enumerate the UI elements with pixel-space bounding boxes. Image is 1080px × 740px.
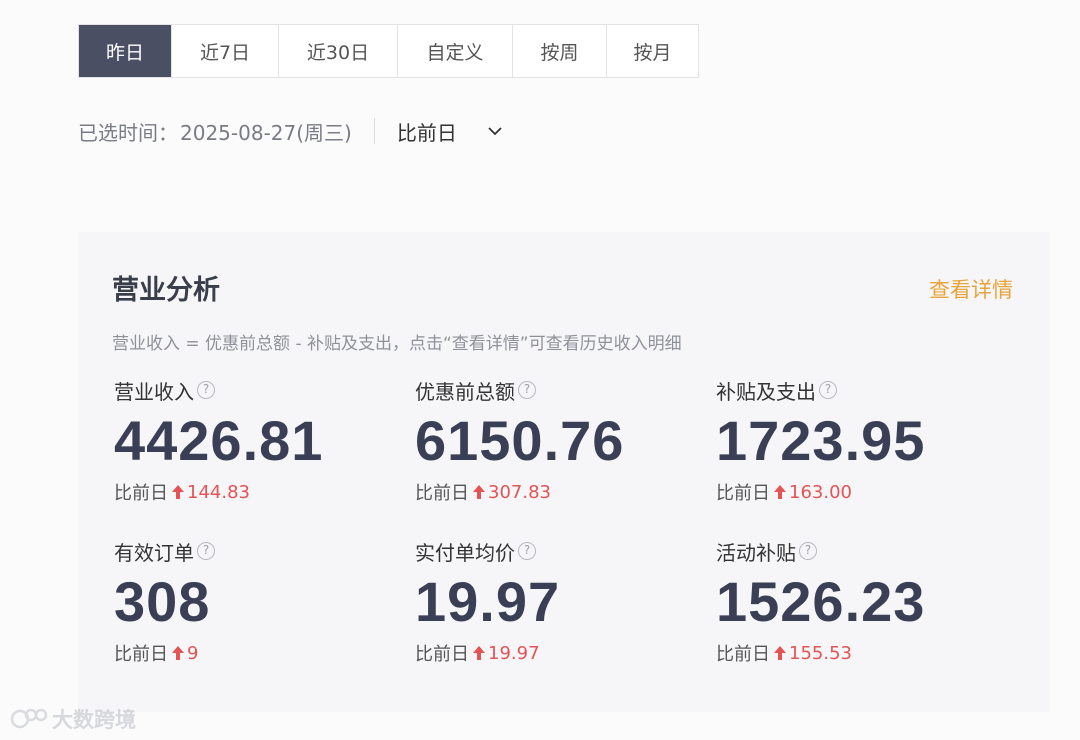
date-range-tabs: 昨日 近7日 近30日 自定义 按周 按月 [78, 24, 699, 78]
metric-avg-order-price: 实付单均价 ? 19.97 比前日 19.97 [415, 537, 705, 666]
tab-yesterday[interactable]: 昨日 [79, 25, 171, 77]
change-value: 155.53 [789, 642, 852, 664]
arrow-up-icon [774, 485, 786, 499]
change-value: 9 [187, 642, 199, 664]
page: 昨日 近7日 近30日 自定义 按周 按月 已选时间： 2025-08-27(周… [0, 0, 1080, 740]
compare-label: 比前日 [716, 483, 770, 504]
compare-label: 比前日 [415, 644, 469, 665]
metric-value: 308 [114, 570, 211, 633]
tab-custom[interactable]: 自定义 [397, 25, 512, 77]
help-icon[interactable]: ? [799, 542, 817, 560]
change-value: 307.83 [488, 481, 551, 503]
metric-label: 营业收入 [114, 379, 194, 404]
metric-value: 1526.23 [716, 570, 926, 633]
compare-period-value: 比前日 [396, 120, 457, 145]
tab-last-30-days[interactable]: 近30日 [278, 25, 397, 77]
tab-by-week[interactable]: 按周 [512, 25, 606, 77]
view-details-link[interactable]: 查看详情 [929, 274, 1013, 304]
metric-valid-orders: 有效订单 ? 308 比前日 9 [114, 537, 404, 665]
metric-label: 优惠前总额 [415, 379, 515, 404]
arrow-up-icon [774, 646, 786, 660]
selected-date-label: 已选时间： [78, 120, 178, 145]
help-icon[interactable]: ? [819, 381, 837, 399]
help-icon[interactable]: ? [197, 542, 215, 560]
compare-period-select[interactable]: 比前日 [397, 117, 503, 146]
metric-label: 有效订单 [114, 540, 194, 565]
selected-date-value: 2025-08-27(周三) [180, 120, 352, 145]
arrow-up-icon [172, 485, 184, 499]
help-icon[interactable]: ? [518, 381, 536, 399]
change-value: 144.83 [187, 481, 250, 503]
metric-label: 补贴及支出 [716, 379, 816, 404]
arrow-up-icon [473, 485, 485, 499]
arrow-up-icon [473, 646, 485, 660]
compare-label: 比前日 [716, 644, 770, 665]
metric-subsidies-expenses: 补贴及支出 ? 1723.95 比前日 163.00 [716, 376, 1006, 505]
watermark: 大数跨境 [10, 704, 136, 734]
metric-label: 实付单均价 [415, 540, 515, 565]
help-icon[interactable]: ? [197, 381, 215, 399]
help-icon[interactable]: ? [518, 542, 536, 560]
metric-value: 6150.76 [415, 409, 625, 472]
tab-last-7-days[interactable]: 近7日 [171, 25, 278, 77]
metric-value: 19.97 [415, 570, 561, 633]
metric-label: 活动补贴 [716, 540, 796, 565]
business-analysis-card: 营业分析 查看详情 营业收入 = 优惠前总额 - 补贴及支出，点击“查看详情”可… [78, 232, 1050, 712]
chevron-down-icon [488, 127, 502, 136]
brand-logo-icon [10, 708, 48, 729]
selected-date-row: 已选时间： 2025-08-27(周三) 比前日 [78, 112, 503, 150]
tab-by-month[interactable]: 按月 [606, 25, 698, 77]
watermark-text: 大数跨境 [52, 708, 136, 732]
change-value: 163.00 [789, 481, 852, 503]
arrow-up-icon [172, 646, 184, 660]
metric-value: 1723.95 [716, 409, 926, 472]
metric-pre-discount-total: 优惠前总额 ? 6150.76 比前日 307.83 [415, 376, 705, 505]
metric-activity-subsidy: 活动补贴 ? 1526.23 比前日 155.53 [716, 537, 1006, 666]
compare-label: 比前日 [114, 483, 168, 504]
compare-label: 比前日 [415, 483, 469, 504]
divider [373, 118, 375, 144]
metric-value: 4426.81 [114, 409, 324, 472]
revenue-formula-note: 营业收入 = 优惠前总额 - 补贴及支出，点击“查看详情”可查看历史收入明细 [112, 334, 682, 354]
change-value: 19.97 [488, 642, 540, 664]
card-title: 营业分析 [112, 275, 220, 306]
compare-label: 比前日 [114, 644, 168, 665]
metric-revenue: 营业收入 ? 4426.81 比前日 144.83 [114, 376, 404, 505]
